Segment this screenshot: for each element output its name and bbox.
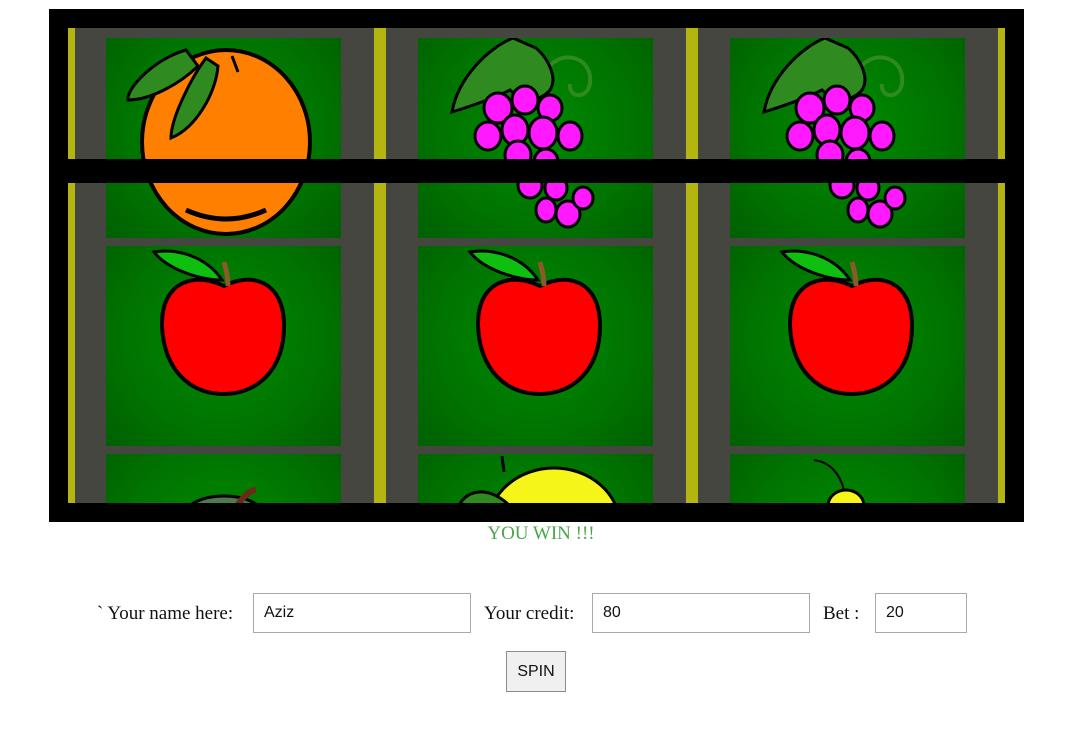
lemon-icon: [458, 455, 617, 503]
pear-icon: [813, 459, 866, 503]
apple-icon: [467, 249, 603, 397]
credit-input[interactable]: [592, 593, 810, 633]
bet-input[interactable]: [875, 593, 967, 633]
apple-icon: [779, 249, 915, 397]
reel-2-symbol-grapes: [418, 38, 653, 238]
spin-button[interactable]: SPIN: [506, 651, 566, 692]
reel-3: [686, 28, 1005, 503]
reel-separator: [68, 28, 75, 503]
reel-2-symbol-lemon: [418, 454, 653, 503]
reel-3-symbol-pear: [730, 454, 965, 503]
bet-label: Bet :: [823, 603, 860, 624]
orange-icon: [126, 48, 312, 236]
reel-separator: [998, 28, 1005, 503]
plum-icon: [190, 487, 258, 503]
reel-1: [68, 28, 374, 503]
payline-bar: [49, 159, 1024, 183]
reel-1-symbol-apple: [106, 246, 341, 446]
credit-label: Your credit:: [484, 603, 575, 624]
name-input[interactable]: [253, 593, 471, 633]
grapes-icon: [450, 38, 595, 229]
reel-2-symbol-apple: [418, 246, 653, 446]
reel-separator: [686, 28, 698, 503]
reel-2: [374, 28, 686, 503]
slot-machine: [49, 9, 1024, 522]
reel-1-symbol-orange: [106, 38, 341, 238]
name-label: ` Your name here:: [97, 603, 234, 624]
reel-3-symbol-apple: [730, 246, 965, 446]
grapes-icon: [762, 38, 907, 229]
reel-1-symbol-plum: [106, 454, 341, 503]
win-message: YOU WIN !!!: [487, 523, 595, 544]
reel-separator: [374, 28, 386, 503]
reel-3-symbol-grapes: [730, 38, 965, 238]
apple-icon: [151, 249, 287, 397]
